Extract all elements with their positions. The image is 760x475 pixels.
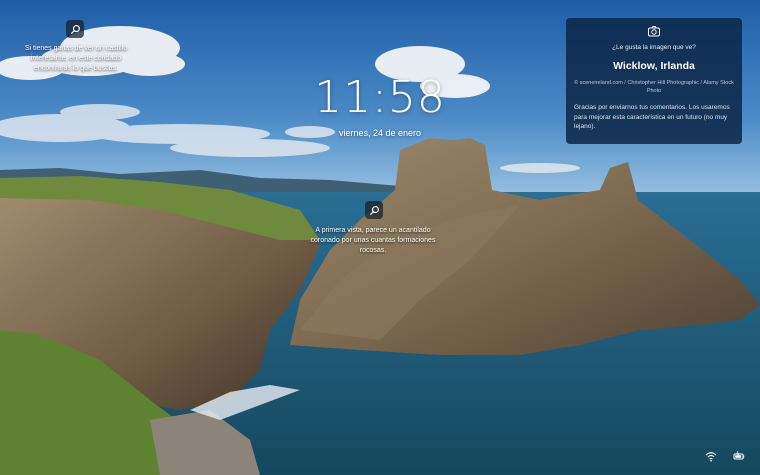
image-location-title: Wicklow, Irlanda: [613, 60, 695, 72]
search-icon: [369, 205, 379, 215]
image-feedback-question[interactable]: ¿Le gusta la imagen que ve?: [574, 44, 734, 51]
battery-icon[interactable]: [733, 450, 745, 462]
wifi-icon[interactable]: [705, 450, 717, 462]
image-credit-link[interactable]: © sceneireland.com / Christopher Hill Ph…: [574, 79, 734, 95]
image-info-card: ¿Le gusta la imagen que ve? Wicklow, Irl…: [566, 18, 742, 144]
hotspot-castle-text: Si tienes ganas de ver un castillo inter…: [24, 45, 128, 72]
camera-icon[interactable]: [647, 24, 661, 38]
hotspot-cliff-text: A primera vista, parece un acantilado co…: [310, 227, 436, 254]
hotspot-castle[interactable]: [66, 20, 84, 38]
search-icon: [70, 24, 80, 34]
hotspot-cliff[interactable]: [365, 201, 383, 219]
image-feedback-message: Gracias por enviarnos tus comentarios. L…: [574, 104, 730, 130]
